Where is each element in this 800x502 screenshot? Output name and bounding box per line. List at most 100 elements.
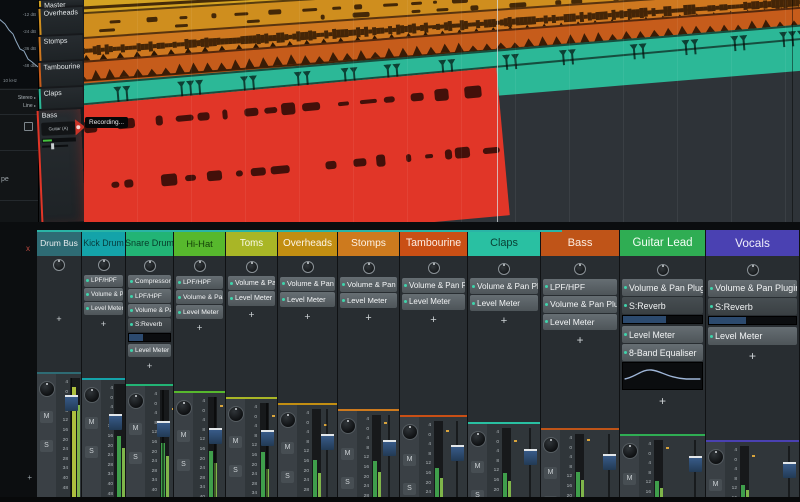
insert-chip[interactable]: Level Meter xyxy=(228,291,275,305)
mixer-channel-strip[interactable]: Hi-Hat LPF/HPFVolume & Pan PluginLevel M… xyxy=(174,230,226,502)
gain-knob-icon[interactable] xyxy=(302,261,314,273)
add-insert-button[interactable]: + xyxy=(84,319,123,329)
add-insert-button[interactable]: + xyxy=(470,315,538,327)
channel-name-header[interactable]: Toms xyxy=(226,230,277,256)
mixer-channel-strip[interactable]: Overheads Volume & Pan PluginLevel Meter… xyxy=(278,230,338,502)
insert-chip[interactable]: Volume & Pan Plugin xyxy=(543,296,617,313)
add-insert-button[interactable]: + xyxy=(340,312,397,324)
mixer-channel-strip[interactable]: Tambourine Volume & Pan PluginLevel Mete… xyxy=(400,230,468,502)
insert-chip[interactable]: 8-Band Equaliser xyxy=(622,344,703,361)
add-insert-button[interactable]: + xyxy=(128,361,171,372)
insert-chip[interactable]: Volume & Pan Plugin xyxy=(228,276,275,290)
fader-track[interactable] xyxy=(326,409,328,500)
fader-handle[interactable] xyxy=(383,440,396,456)
insert-chip[interactable]: LPF/HPF xyxy=(543,279,617,296)
add-channel-button[interactable]: + xyxy=(27,473,32,482)
mixer-channel-strip[interactable]: Snare Drum CompressorLPF/HPF Volume & Pan… xyxy=(126,230,174,502)
fader-track[interactable] xyxy=(388,415,390,500)
track-header[interactable]: Tambourine xyxy=(38,61,83,87)
fader-handle[interactable] xyxy=(157,421,170,437)
gain-knob-icon[interactable] xyxy=(363,262,375,274)
insert-chip[interactable]: LPF/HPF xyxy=(128,289,171,302)
mixer-channel-strip[interactable]: Guitar Lead Volume & Pan PluginS:ReverbL… xyxy=(620,230,706,502)
add-insert-button[interactable]: + xyxy=(622,394,703,408)
pan-knob[interactable] xyxy=(622,443,638,459)
mute-button[interactable]: M xyxy=(471,461,484,473)
playhead-cursor[interactable] xyxy=(497,0,498,222)
channel-name-header[interactable]: Claps xyxy=(468,230,540,256)
gain-knob-icon[interactable] xyxy=(53,259,65,271)
eq-curve-display[interactable] xyxy=(622,362,703,390)
gain-knob-icon[interactable] xyxy=(657,264,669,276)
mute-button[interactable]: M xyxy=(709,479,722,491)
add-insert-button[interactable]: + xyxy=(543,334,617,347)
fader-handle[interactable] xyxy=(524,449,537,465)
solo-button[interactable]: S xyxy=(341,477,354,489)
solo-button[interactable]: S xyxy=(129,452,142,464)
gain-knob-icon[interactable] xyxy=(428,262,440,274)
add-insert-button[interactable]: + xyxy=(228,310,275,321)
insert-chip[interactable]: Volume & Pan Plugin xyxy=(402,278,465,294)
fader-track[interactable] xyxy=(214,397,216,500)
channel-name-header[interactable]: Kick Drum xyxy=(82,230,125,256)
solo-button[interactable]: S xyxy=(229,465,242,477)
channel-name-header[interactable]: Snare Drum xyxy=(126,230,173,256)
add-insert-button[interactable]: + xyxy=(402,314,465,326)
insert-chip[interactable]: Level Meter xyxy=(708,327,797,344)
fader-track[interactable] xyxy=(266,403,268,500)
pan-knob[interactable] xyxy=(280,412,296,428)
mute-button[interactable]: M xyxy=(544,467,557,479)
channel-name-header[interactable]: Tambourine xyxy=(400,230,467,256)
solo-button[interactable]: S xyxy=(177,459,190,471)
pan-knob[interactable] xyxy=(402,424,418,440)
insert-chip[interactable]: Level Meter xyxy=(84,302,123,315)
mixer-channel-strip[interactable]: Toms Volume & Pan PluginLevel Meter + M S… xyxy=(226,230,278,502)
mixer-channel-strip[interactable]: Kick Drum LPF/HPFVolume & Pan PluginLeve… xyxy=(82,230,126,502)
fader-handle[interactable] xyxy=(689,456,702,472)
pan-knob[interactable] xyxy=(708,449,724,465)
track-volume-slider[interactable] xyxy=(42,145,68,148)
track-header[interactable]: BassGuitar (A) xyxy=(37,109,86,222)
mute-button[interactable]: M xyxy=(229,436,242,448)
fader-handle[interactable] xyxy=(321,434,334,450)
channel-name-header[interactable]: Drum Bus xyxy=(37,230,81,256)
gain-knob-icon[interactable] xyxy=(246,261,258,273)
send-level-bar[interactable] xyxy=(622,315,703,324)
track-header[interactable]: Stomps xyxy=(38,35,83,61)
pan-knob[interactable] xyxy=(543,437,559,453)
solo-button[interactable]: S xyxy=(40,440,53,452)
insert-chip[interactable]: Level Meter xyxy=(543,314,617,331)
gain-knob-icon[interactable] xyxy=(498,263,510,275)
send-level-bar[interactable] xyxy=(708,316,797,325)
track-header[interactable]: Overheads xyxy=(38,7,83,35)
insert-chip[interactable]: Level Meter xyxy=(470,295,538,311)
insert-chip[interactable]: S:Reverb xyxy=(128,318,171,331)
mute-button[interactable]: M xyxy=(403,454,416,466)
fader-handle[interactable] xyxy=(603,454,616,470)
insert-chip[interactable]: S:Reverb xyxy=(708,298,797,315)
mute-button[interactable]: M xyxy=(40,411,53,423)
mute-button[interactable]: M xyxy=(341,448,354,460)
close-icon[interactable]: x xyxy=(26,244,30,253)
insert-chip[interactable]: Compressor xyxy=(128,275,171,288)
insert-chip[interactable]: Volume & Pan Plugin xyxy=(708,280,797,297)
fader-handle[interactable] xyxy=(783,462,796,478)
gain-knob-icon[interactable] xyxy=(747,264,759,276)
mute-button[interactable]: M xyxy=(281,442,294,454)
insert-chip[interactable]: Level Meter xyxy=(128,344,171,357)
mute-button[interactable]: M xyxy=(177,430,190,442)
pan-knob[interactable] xyxy=(176,400,192,416)
add-insert-button[interactable]: + xyxy=(176,323,223,334)
track-header[interactable]: Master xyxy=(39,0,83,7)
pan-knob[interactable] xyxy=(340,418,356,434)
insert-chip[interactable]: Level Meter xyxy=(622,326,703,343)
insert-chip[interactable]: Level Meter xyxy=(402,294,465,310)
pan-knob[interactable] xyxy=(84,387,100,403)
insert-chip[interactable]: Volume & Pan Plugin xyxy=(128,304,171,317)
mixer-channel-strip[interactable]: Stomps Volume & Pan PluginLevel Meter+ M… xyxy=(338,230,400,502)
channel-name-header[interactable]: Overheads xyxy=(278,230,337,256)
fader-handle[interactable] xyxy=(109,414,122,430)
fader-handle[interactable] xyxy=(65,395,78,411)
pan-knob[interactable] xyxy=(39,381,55,397)
send-level-bar[interactable] xyxy=(128,333,171,342)
